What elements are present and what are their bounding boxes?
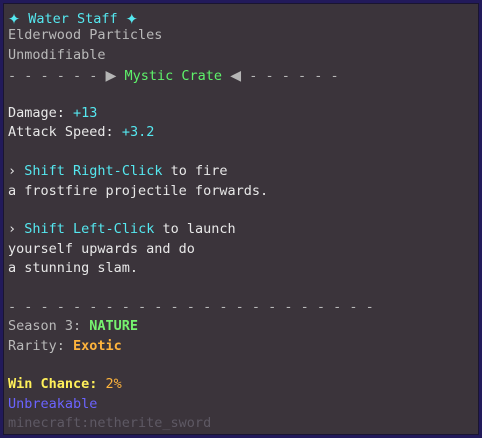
ability-left-click: › Shift Left-Click to launch xyxy=(8,220,477,239)
ability-description: yourself upwards and do xyxy=(8,240,195,257)
season-value: NATURE xyxy=(89,318,139,335)
ability-key: Shift Left-Click xyxy=(24,221,155,238)
unbreakable-line: Unbreakable xyxy=(8,395,98,412)
ability-text: to fire xyxy=(162,163,228,180)
item-name: Water Staff xyxy=(28,11,118,27)
stat-value: +13 xyxy=(73,104,98,121)
season-line: Season 3: NATURE xyxy=(8,317,477,336)
item-id: minecraft:netherite_sword xyxy=(8,415,212,432)
ability-right-click: › Shift Right-Click to fire xyxy=(8,162,477,181)
modifiable-line: Unmodifiable xyxy=(8,46,106,63)
arrow-left-icon: ◀ xyxy=(230,65,242,87)
sparkle-icon-right: ✦ xyxy=(125,5,138,29)
rarity-line: Rarity: Exotic xyxy=(8,337,477,356)
divider: - - - - - - - - - - - - - - - - - - - - … xyxy=(8,298,374,315)
item-tooltip: ✦ Water Staff ✦ Elderwood Particles Unmo… xyxy=(0,0,482,438)
tooltip-content: ✦ Water Staff ✦ Elderwood Particles Unmo… xyxy=(8,7,477,434)
rarity-value: Exotic xyxy=(73,337,122,354)
crate-name: Mystic Crate xyxy=(124,68,223,85)
ability-text: to launch xyxy=(154,221,236,238)
sparkle-icon-left: ✦ xyxy=(8,5,21,29)
particles-line: Elderwood Particles xyxy=(8,27,163,44)
arrow-right-icon: ▶ xyxy=(105,65,117,87)
win-chance-value: 2% xyxy=(105,376,122,393)
stat-label: Damage: xyxy=(8,104,65,121)
win-chance-line: Win Chance: 2% xyxy=(8,375,477,394)
bullet-icon: › xyxy=(8,163,17,180)
rarity-label: Rarity: xyxy=(8,337,65,354)
crate-dashes-right: - - - - - - xyxy=(249,68,339,85)
ability-key: Shift Right-Click xyxy=(24,163,163,180)
ability-description: a stunning slam. xyxy=(8,260,139,277)
stat-attack-speed: Attack Speed: +3.2 xyxy=(8,123,477,142)
stat-label: Attack Speed: xyxy=(8,124,114,141)
crate-line: - - - - - - ▶ Mystic Crate ◀ - - - - - - xyxy=(8,65,477,87)
bullet-icon: › xyxy=(8,221,17,238)
ability-description: a frostfire projectile forwards. xyxy=(8,182,269,199)
crate-dashes-left: - - - - - - xyxy=(8,68,98,85)
item-title: ✦ Water Staff ✦ xyxy=(8,5,477,29)
stat-value: +3.2 xyxy=(121,124,155,141)
win-chance-label: Win Chance: xyxy=(8,376,98,393)
stat-damage: Damage: +13 xyxy=(8,104,477,123)
season-label: Season 3: xyxy=(8,318,82,335)
